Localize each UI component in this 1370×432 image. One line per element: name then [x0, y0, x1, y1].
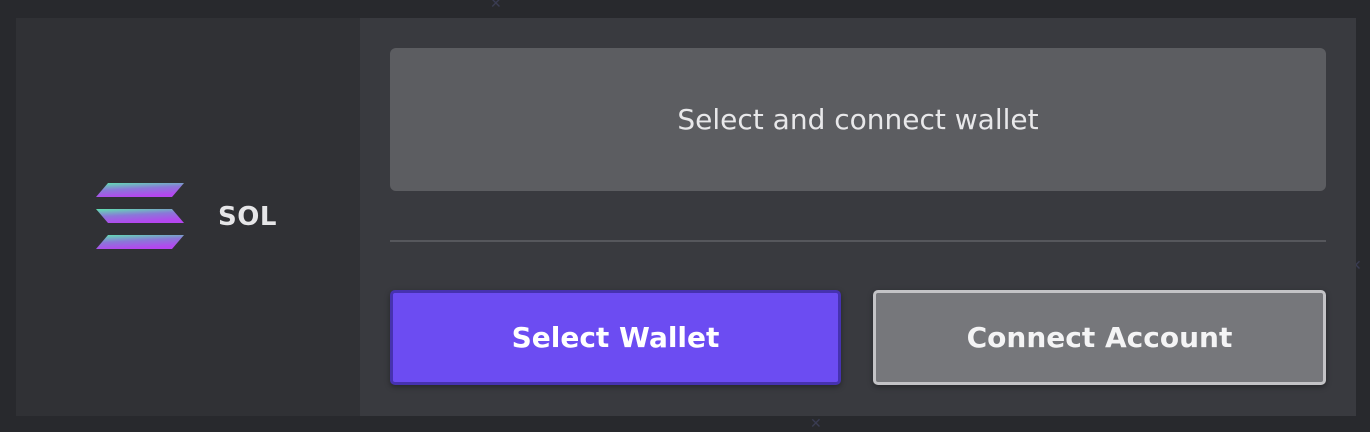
token-info: SOL [94, 181, 277, 253]
token-pane: SOL [16, 18, 360, 416]
wallet-pane: Select and connect wallet Select Wallet … [360, 18, 1356, 416]
token-wallet-panel: SOL Select and connect wallet Select Wal… [16, 18, 1356, 416]
connect-account-button[interactable]: Connect Account [873, 290, 1326, 385]
token-symbol: SOL [218, 202, 277, 232]
wallet-status-box: Select and connect wallet [390, 48, 1326, 191]
connect-account-label: Connect Account [966, 321, 1233, 354]
background-cross-icon: ✕ [490, 0, 502, 12]
select-wallet-label: Select Wallet [511, 321, 720, 354]
wallet-status-text: Select and connect wallet [677, 103, 1039, 136]
select-wallet-button[interactable]: Select Wallet [390, 290, 841, 385]
solana-logo-icon [96, 183, 184, 249]
background-cross-icon: ✕ [810, 416, 822, 432]
divider [390, 240, 1326, 242]
